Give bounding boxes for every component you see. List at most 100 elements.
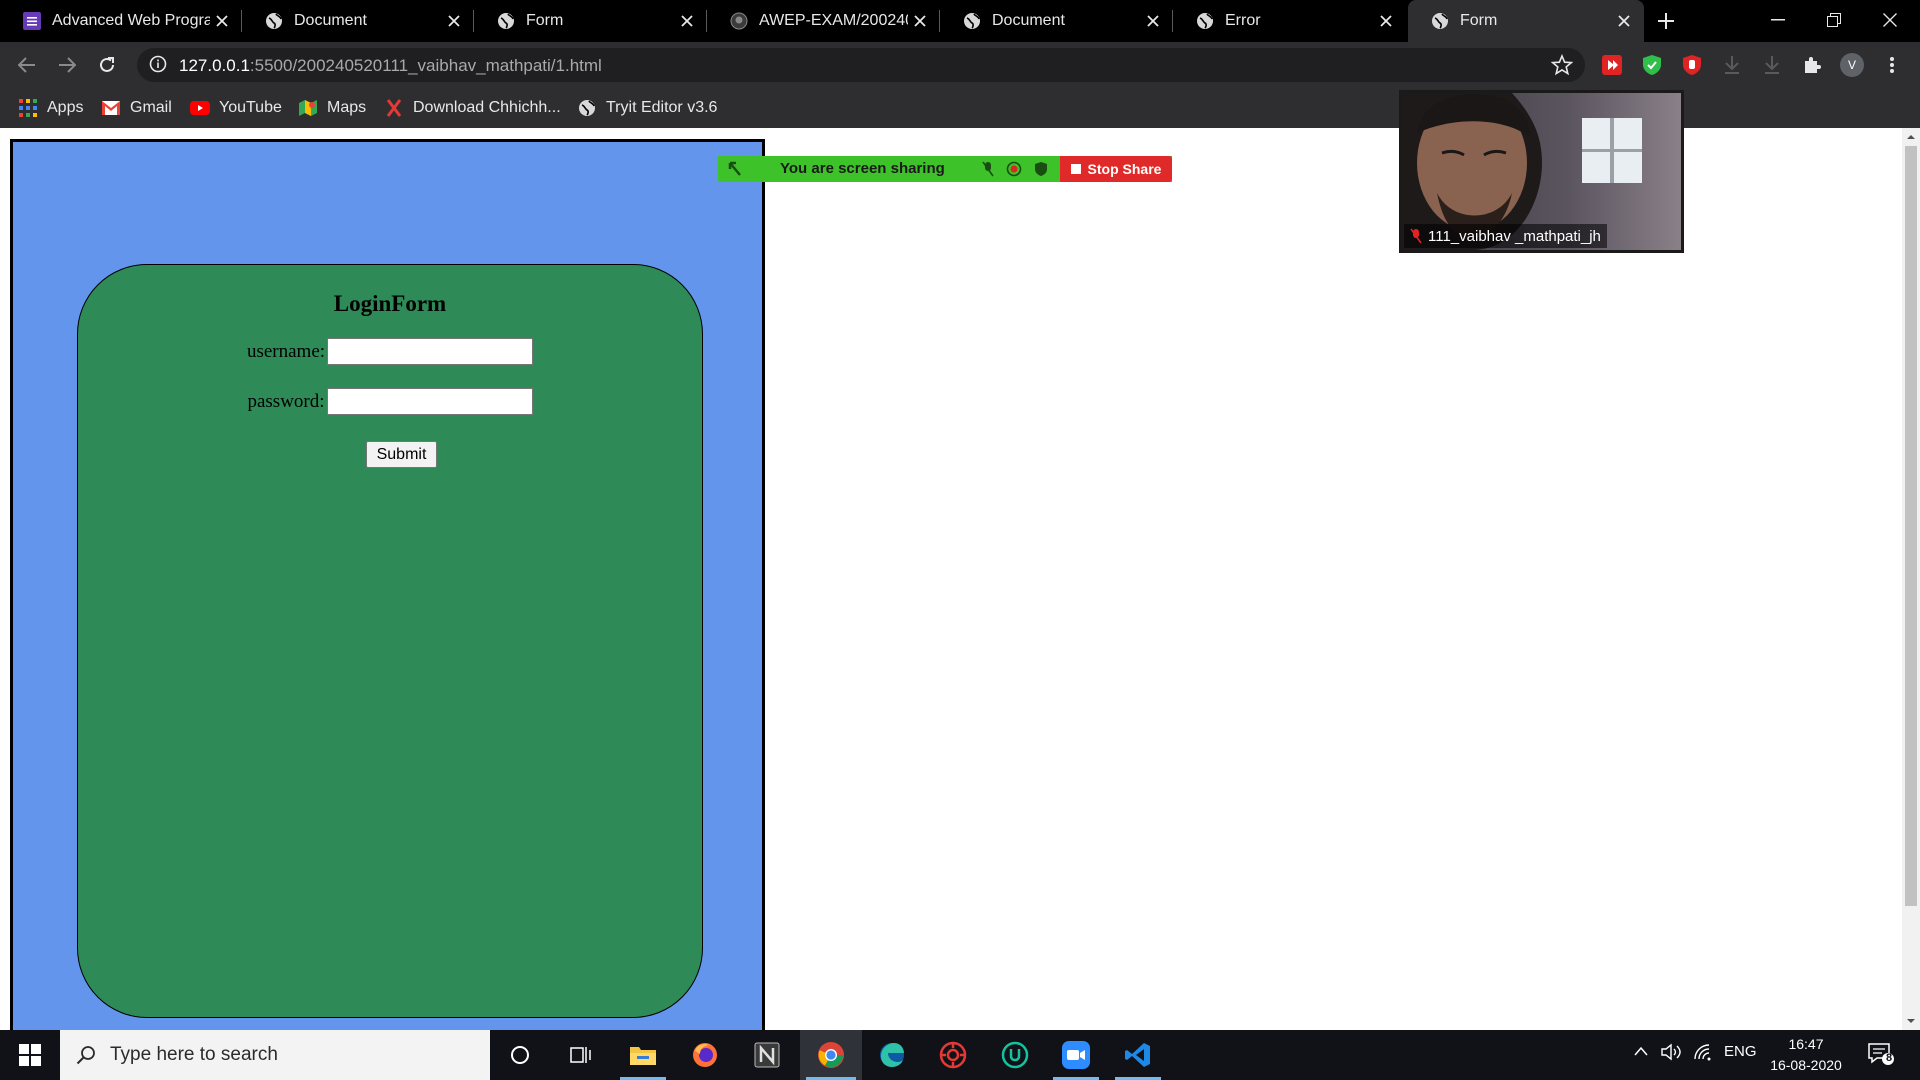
security-shield-icon[interactable]: [1034, 161, 1048, 182]
language-indicator[interactable]: ENG: [1724, 1043, 1757, 1060]
address-bar[interactable]: 127.0.0.1:5500/200240520111_vaibhav_math…: [137, 48, 1585, 82]
participant-name: 111_vaibhav _mathpati_jh: [1428, 227, 1601, 245]
extensions-puzzle-icon[interactable]: [1800, 53, 1824, 77]
x-download-icon: [384, 98, 404, 118]
tray-chevron-icon[interactable]: [1634, 1043, 1648, 1060]
taskbar-search-box[interactable]: Type here to search: [60, 1030, 490, 1080]
mic-muted-icon[interactable]: [982, 161, 994, 182]
tab-title: Error: [1225, 12, 1261, 29]
bookmark-youtube[interactable]: YouTube: [190, 96, 282, 120]
scroll-up-arrow-icon[interactable]: [1906, 132, 1916, 142]
menu-kebab-icon[interactable]: [1880, 53, 1904, 77]
tab-error[interactable]: Error: [1173, 0, 1406, 42]
new-tab-button[interactable]: [1652, 8, 1680, 34]
taskbar-chrome[interactable]: [800, 1030, 862, 1080]
close-tab-icon[interactable]: [1612, 9, 1636, 33]
volume-icon[interactable]: [1660, 1043, 1682, 1065]
firefox-icon: [693, 1043, 717, 1067]
tab-document-2[interactable]: Document: [940, 0, 1173, 42]
notification-count: 8: [1885, 1052, 1893, 1064]
restore-button[interactable]: [1806, 0, 1862, 40]
extension-red-hand-icon[interactable]: [1680, 53, 1704, 77]
browser-toolbar: 127.0.0.1:5500/200240520111_vaibhav_math…: [0, 42, 1920, 88]
profile-initial: V: [1840, 53, 1864, 77]
taskbar-app-red[interactable]: [924, 1030, 982, 1080]
tab-form-active[interactable]: Form: [1408, 0, 1644, 42]
reload-button[interactable]: [92, 50, 122, 80]
wifi-icon[interactable]: [1693, 1043, 1713, 1065]
tab-advanced-web[interactable]: Advanced Web Progra: [0, 0, 242, 42]
bookmark-label: Maps: [327, 99, 367, 116]
record-icon[interactable]: [1006, 161, 1022, 182]
vscode-icon: [1125, 1043, 1150, 1067]
download-icon[interactable]: [1720, 53, 1744, 77]
github-icon: [729, 11, 749, 31]
username-input[interactable]: [327, 338, 534, 365]
taskbar-vscode[interactable]: [1109, 1030, 1167, 1080]
close-tab-icon[interactable]: [675, 9, 699, 33]
forward-button[interactable]: [52, 50, 82, 80]
extension-red-play-icon[interactable]: [1600, 53, 1624, 77]
tab-title: Document: [294, 12, 367, 29]
search-icon: [76, 1046, 95, 1065]
bookmark-label: Gmail: [130, 99, 172, 116]
youtube-icon: [190, 98, 210, 118]
system-clock[interactable]: 16:47 16-08-2020: [1760, 1034, 1852, 1076]
submit-button[interactable]: Submit: [366, 441, 437, 468]
close-tab-icon[interactable]: [908, 9, 932, 33]
close-tab-icon[interactable]: [1141, 9, 1165, 33]
username-row: username:: [78, 338, 702, 365]
zoom-share-bar[interactable]: You are screen sharing Stop Share: [718, 156, 1172, 182]
start-button[interactable]: [0, 1030, 60, 1080]
close-tab-icon[interactable]: [442, 9, 466, 33]
taskbar-zoom[interactable]: [1047, 1030, 1105, 1080]
bookmark-gmail[interactable]: Gmail: [101, 96, 172, 120]
notification-center-icon[interactable]: 8: [1868, 1042, 1894, 1070]
close-tab-icon[interactable]: [1374, 9, 1398, 33]
bookmark-tryit[interactable]: Tryit Editor v3.6: [577, 96, 717, 120]
taskbar-upwork[interactable]: [986, 1030, 1044, 1080]
upwork-icon: [1001, 1041, 1029, 1069]
bookmark-label: YouTube: [219, 99, 282, 116]
url-text: 127.0.0.1:5500/200240520111_vaibhav_math…: [179, 56, 602, 76]
share-status-text: You are screen sharing: [780, 160, 945, 177]
zoom-camera-icon: [1062, 1041, 1090, 1069]
tab-document-1[interactable]: Document: [242, 0, 474, 42]
task-view-button[interactable]: [552, 1030, 610, 1080]
password-input[interactable]: [326, 388, 533, 415]
globe-icon: [577, 98, 597, 118]
tab-github[interactable]: AWEP-EXAM/200240520: [707, 0, 940, 42]
participant-video[interactable]: 111_vaibhav _mathpati_jh: [1399, 90, 1684, 253]
taskbar-edge[interactable]: [863, 1030, 921, 1080]
back-button[interactable]: [12, 50, 42, 80]
edge-icon: [880, 1043, 904, 1067]
taskbar-file-explorer[interactable]: [614, 1030, 672, 1080]
download-icon[interactable]: [1760, 53, 1784, 77]
page-container: LoginForm username: password: Submit: [10, 139, 765, 1030]
username-label: username:: [246, 340, 326, 362]
cortana-button[interactable]: [491, 1030, 549, 1080]
scroll-down-arrow-icon[interactable]: [1906, 1016, 1916, 1026]
search-placeholder: Type here to search: [110, 1044, 278, 1065]
bookmark-download[interactable]: Download Chhichh...: [384, 96, 561, 120]
minimize-button[interactable]: [1750, 0, 1806, 40]
bookmark-star-icon[interactable]: [1550, 53, 1574, 81]
page-scrollbar[interactable]: [1902, 128, 1920, 1030]
drag-handle-icon[interactable]: [728, 161, 742, 182]
taskbar-notion[interactable]: [738, 1030, 796, 1080]
taskbar-firefox[interactable]: [676, 1030, 734, 1080]
bookmark-apps[interactable]: Apps: [18, 96, 83, 120]
close-tab-icon[interactable]: [210, 9, 234, 33]
globe-icon: [962, 11, 982, 31]
scroll-thumb[interactable]: [1905, 146, 1917, 906]
profile-avatar[interactable]: V: [1840, 53, 1864, 77]
tab-form-1[interactable]: Form: [474, 0, 707, 42]
url-path: :5500/200240520111_vaibhav_mathpati/1.ht…: [249, 56, 602, 75]
extension-green-shield-icon[interactable]: [1640, 53, 1664, 77]
clock-date: 16-08-2020: [1770, 1057, 1842, 1073]
bookmark-maps[interactable]: Maps: [298, 96, 366, 120]
close-window-button[interactable]: [1862, 0, 1918, 40]
site-info-icon[interactable]: [149, 55, 167, 78]
stop-share-button[interactable]: Stop Share: [1060, 156, 1172, 182]
task-view-icon: [570, 1047, 591, 1063]
